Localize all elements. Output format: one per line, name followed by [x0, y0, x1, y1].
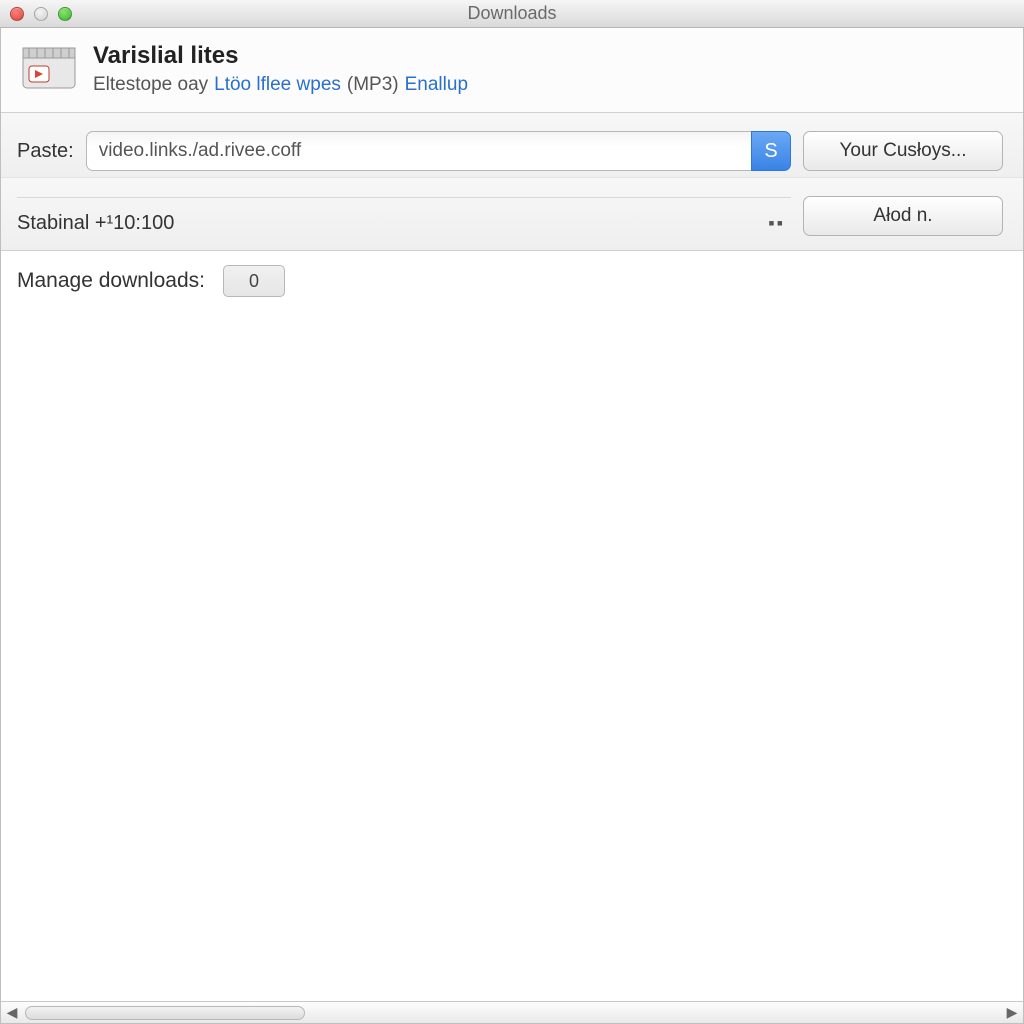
url-input-group: S	[86, 131, 791, 171]
window-title: Downloads	[0, 3, 1024, 24]
status-left: Stabinal +¹10:100 ▪▪	[17, 197, 791, 235]
custom-settings-button[interactable]: Your Cusłoys...	[803, 131, 1003, 171]
status-more-icon[interactable]: ▪▪	[768, 213, 785, 234]
scrollbar-thumb[interactable]	[25, 1006, 305, 1020]
status-row: Stabinal +¹10:100 ▪▪ Ałod n.	[1, 178, 1023, 251]
paste-row: Paste: S Your Cusłoys...	[1, 113, 1023, 178]
minimize-window-button[interactable]	[34, 7, 48, 21]
app-name: Varislial lites	[93, 42, 468, 70]
status-text: Stabinal +¹10:100	[17, 212, 174, 235]
close-window-button[interactable]	[10, 7, 24, 21]
app-icon	[19, 42, 79, 96]
scroll-right-arrow-icon[interactable]: ▶	[1001, 1002, 1023, 1024]
subtitle-link-1[interactable]: Ltöo lflee wpes	[214, 74, 341, 96]
horizontal-scrollbar: ◀ ▶	[1, 1001, 1023, 1023]
url-go-button[interactable]: S	[751, 131, 791, 171]
manage-row: Manage downloads: 0	[1, 251, 1023, 311]
manage-label: Manage downloads:	[17, 269, 205, 293]
paste-label: Paste:	[17, 140, 74, 163]
downloads-list	[1, 311, 1023, 1001]
window-titlebar: Downloads	[0, 0, 1024, 28]
window-body: Varislial lites Eltestope oay Ltöo lflee…	[0, 28, 1024, 1024]
scroll-left-arrow-icon[interactable]: ◀	[1, 1002, 23, 1024]
subtitle-text-2: (MP3)	[347, 74, 399, 96]
app-subtitle: Eltestope oay Ltöo lflee wpes (MP3) Enal…	[93, 74, 468, 96]
traffic-lights	[10, 7, 72, 21]
app-titles: Varislial lites Eltestope oay Ltöo lflee…	[93, 42, 468, 96]
add-button[interactable]: Ałod n.	[803, 196, 1003, 236]
scrollbar-track[interactable]	[25, 1005, 999, 1021]
app-header: Varislial lites Eltestope oay Ltöo lflee…	[1, 28, 1023, 113]
subtitle-text-0: Eltestope oay	[93, 74, 208, 96]
zoom-window-button[interactable]	[58, 7, 72, 21]
url-input[interactable]	[86, 131, 751, 171]
subtitle-link-3[interactable]: Enallup	[405, 74, 468, 96]
download-count: 0	[223, 265, 285, 297]
